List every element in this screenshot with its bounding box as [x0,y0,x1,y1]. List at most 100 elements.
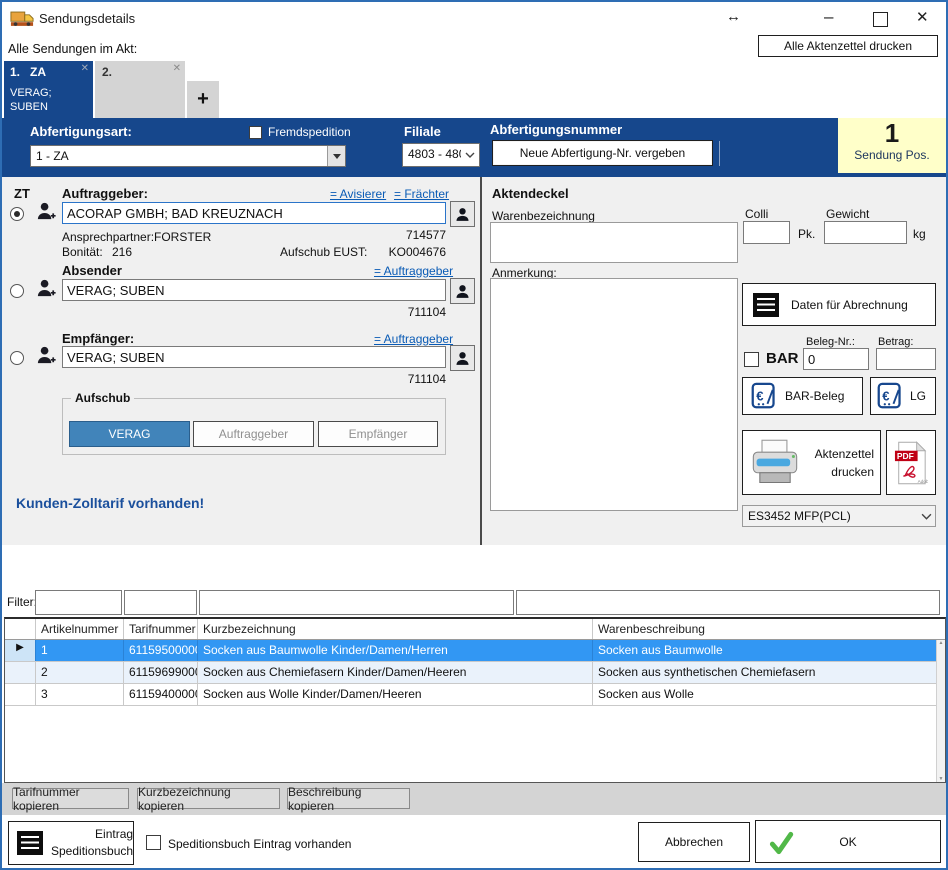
zt-label: ZT [14,186,30,201]
position-caption: Sendung Pos. [838,148,946,162]
aktenzettel-drucken-button[interactable]: Aktenzettel drucken [742,430,881,495]
list-icon [753,293,779,317]
add-shipment-tab-button[interactable]: + [187,81,219,118]
column-header-tarifnummer[interactable]: Tarifnummer [124,619,198,639]
auftraggeber-input[interactable] [62,202,446,224]
copy-beschreibung-button[interactable]: Beschreibung kopieren [287,788,410,809]
fraechter-link[interactable]: = Frächter [394,187,449,201]
warenbezeichnung-label: Warenbezeichnung [492,209,595,223]
absender-kundennummer: 711104 [376,305,446,319]
table-row[interactable]: 2 61159699000 Socken aus Chemiefasern Ki… [5,662,945,684]
copy-tarifnummer-button[interactable]: Tarifnummer kopieren [12,788,129,809]
filter-kurzbezeichnung-input[interactable] [199,590,514,615]
table-row[interactable]: 3 61159400000 Socken aus Wolle Kinder/Da… [5,684,945,706]
sendungsdetails-window: Sendungsdetails ↔ – ✕ Alle Sendungen im … [0,0,948,870]
auftraggeber-label: Auftraggeber: [62,186,148,201]
anmerkung-textarea[interactable] [490,278,738,511]
add-contact-icon[interactable] [35,344,58,370]
fremdspedition-checkbox[interactable] [249,126,262,139]
column-header-artikelnummer[interactable]: Artikelnummer [36,619,124,639]
tab-shipment-1[interactable]: 1. ZA ✕ VERAG; SUBEN [4,61,93,118]
ansprechpartner-label: Ansprechpartner: [62,230,154,244]
printer-icon [749,439,801,487]
aufschub-auftraggeber-button[interactable]: Auftraggeber [193,421,314,447]
lg-button[interactable]: € LG [870,377,936,415]
speditionsbuch-checkbox[interactable] [146,835,161,850]
resize-icon[interactable]: ↔ [726,9,741,24]
akt-label: Alle Sendungen im Akt: [8,42,137,56]
colli-input[interactable] [743,221,790,244]
gewicht-input[interactable] [824,221,907,244]
window-title: Sendungsdetails [39,11,135,26]
beleg-nr-input[interactable] [803,348,869,370]
column-header-warenbeschreibung[interactable]: Warenbeschreibung [593,619,945,639]
dropdown-arrow-icon[interactable] [327,146,345,166]
printer-select[interactable]: ES3452 MFP(PCL) [742,505,936,527]
print-all-aktenzettel-button[interactable]: Alle Aktenzettel drucken [758,35,938,57]
svg-text:€: € [756,388,763,403]
truck-icon [10,9,34,31]
betrag-input[interactable] [876,348,936,370]
daten-abrechnung-button[interactable]: Daten für Abrechnung [742,283,936,326]
aufschub-legend: Aufschub [71,391,134,405]
table-row[interactable]: ▶ 1 61159500000 Socken aus Baumwolle Kin… [5,640,945,662]
empfaenger-contact-icon[interactable] [450,345,475,371]
absender-contact-icon[interactable] [450,278,475,304]
copy-kurzbezeichnung-button[interactable]: Kurzbezeichnung kopieren [137,788,280,809]
svg-text:€: € [882,388,889,403]
fremdspedition-label: Fremdspedition [268,125,351,139]
euro-receipt-icon: € [877,382,903,410]
empfaenger-radio[interactable] [10,351,24,365]
minimize-button[interactable]: – [824,8,833,25]
articles-table: Artikelnummer Tarifnummer Kurzbezeichnun… [4,617,946,783]
chevron-down-icon[interactable] [461,144,479,166]
maximize-button[interactable] [873,12,888,27]
abfertigungsart-select[interactable]: 1 - ZA [30,145,346,167]
aufschub-verag-button[interactable]: VERAG [69,421,190,447]
position-count: 1 [838,118,946,148]
auftraggeber-radio[interactable] [10,207,24,221]
speditionsbuch-checkbox-label: Speditionsbuch Eintrag vorhanden [168,837,351,851]
abfertigungsart-label: Abfertigungsart: [30,124,132,139]
empfaenger-input[interactable] [62,346,446,368]
add-contact-icon[interactable] [35,277,58,303]
filter-warenbeschreibung-input[interactable] [516,590,940,615]
warenbezeichnung-textarea[interactable] [490,222,738,263]
pdf-export-button[interactable]: PDF Adobe [886,430,936,495]
tab-shipment-2[interactable]: 2. ✕ [95,61,185,118]
kg-label: kg [913,227,926,241]
aufschub-empfaenger-button[interactable]: Empfänger [318,421,438,447]
svg-text:PDF: PDF [897,451,914,461]
ok-button[interactable]: OK [755,820,941,863]
aufschub-eust-value: KO004676 [376,245,446,259]
aufschub-eust-label: Aufschub EUST: [280,245,367,259]
empfaenger-kundennummer: 711104 [376,372,446,386]
avisierer-link[interactable]: = Avisierer [330,187,386,201]
betrag-label: Betrag: [878,336,913,348]
neue-abfertigungsnummer-button[interactable]: Neue Abfertigung-Nr. vergeben [492,140,713,166]
absender-radio[interactable] [10,284,24,298]
chevron-down-icon[interactable] [917,506,935,526]
bottom-bar: Eintrag Speditionsbuch Speditionsbuch Ei… [2,815,946,868]
auftraggeber-contact-icon[interactable] [450,201,475,227]
absender-auftraggeber-link[interactable]: = Auftraggeber [374,264,453,278]
add-contact-icon[interactable] [35,200,58,226]
table-scrollbar[interactable]: ▲▼ [936,640,945,782]
empfaenger-auftraggeber-link[interactable]: = Auftraggeber [374,332,453,346]
eintrag-speditionsbuch-button[interactable]: Eintrag Speditionsbuch [8,821,134,865]
title-bar: Sendungsdetails ↔ – ✕ [2,2,946,36]
filiale-select[interactable]: 4803 - 480 [402,143,480,167]
filter-tarifnummer-input[interactable] [124,590,197,615]
cancel-button[interactable]: Abbrechen [638,822,750,862]
check-icon [768,830,794,856]
tab2-close-icon[interactable]: ✕ [173,63,181,74]
column-header-kurzbezeichnung[interactable]: Kurzbezeichnung [198,619,593,639]
auftraggeber-kundennummer: 714577 [372,228,446,242]
tab1-close-icon[interactable]: ✕ [81,63,89,74]
close-button[interactable]: ✕ [916,10,929,25]
bar-beleg-button[interactable]: € BAR-Beleg [742,377,863,415]
bar-checkbox[interactable] [744,352,759,367]
filter-artikelnummer-input[interactable] [35,590,122,615]
absender-input[interactable] [62,279,446,301]
pk-label: Pk. [798,227,815,241]
